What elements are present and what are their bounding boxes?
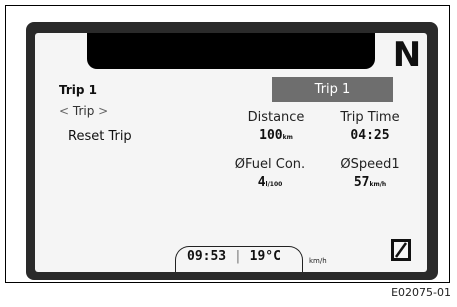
nav-label: Trip [72, 104, 95, 118]
trip-header: Trip 1 [272, 77, 393, 102]
clock-display: 09:53 | 19°C [187, 249, 281, 264]
trip-time-value: 04:25 [350, 128, 390, 143]
figure-id: E02075-01 [391, 286, 451, 299]
distance-unit: km [282, 134, 293, 141]
top-notch [87, 33, 375, 69]
tft-display: N Trip 1 < Trip > Reset Trip Trip 1 Dist… [35, 33, 427, 272]
menu-nav[interactable]: < Trip > [59, 104, 108, 118]
metric-label-trip-time: Trip Time [340, 110, 400, 125]
metric-label-fuel: ØFuel Con. [234, 157, 306, 172]
metric-value-trip-time: 04:25 [325, 128, 415, 143]
speed-unit-label: km/h [309, 257, 327, 265]
menu-item-reset-trip[interactable]: Reset Trip [68, 129, 132, 144]
fuel-value: 4 [257, 175, 266, 190]
ambient-temperature: 19°C [249, 249, 281, 264]
distance-value: 100 [259, 128, 283, 143]
fuel-unit: l/100 [265, 181, 283, 188]
speed-value: 57 [353, 175, 370, 190]
clock-separator: | [226, 249, 250, 264]
metric-value-distance: 100km [231, 128, 321, 143]
gear-indicator: N [392, 35, 422, 75]
metric-value-fuel: 4l/100 [225, 175, 315, 190]
slashed-zero-icon [391, 239, 411, 261]
menu-title: Trip 1 [59, 83, 98, 97]
nav-next-icon[interactable]: > [98, 104, 108, 118]
clock-time: 09:53 [187, 249, 227, 264]
nav-prev-icon[interactable]: < [59, 104, 69, 118]
speed-unit-small: km/h [369, 181, 387, 188]
metric-label-distance: Distance [247, 110, 305, 125]
metric-value-speed: 57km/h [325, 175, 415, 190]
metric-label-speed: ØSpeed1 [340, 157, 400, 172]
slashed-zero-icon-glyph [394, 242, 408, 258]
